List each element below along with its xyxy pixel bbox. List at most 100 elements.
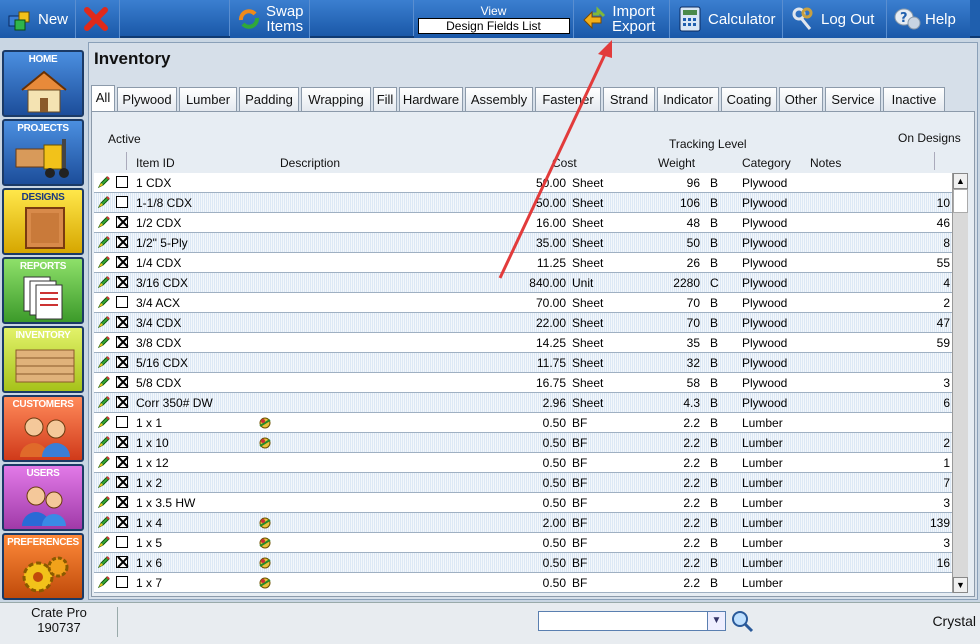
edit-pencil-icon[interactable] bbox=[97, 315, 111, 329]
active-checkbox[interactable] bbox=[116, 536, 128, 548]
scroll-thumb[interactable] bbox=[953, 189, 968, 213]
new-button[interactable]: New bbox=[0, 0, 76, 38]
tab-other[interactable]: Other bbox=[779, 87, 823, 111]
active-checkbox[interactable] bbox=[116, 516, 128, 528]
active-checkbox[interactable] bbox=[116, 216, 128, 228]
edit-pencil-icon[interactable] bbox=[97, 215, 111, 229]
nav-reports[interactable]: REPORTS bbox=[2, 257, 84, 324]
table-row[interactable]: 1 CDX 50.00 Sheet 96 B Plywood bbox=[94, 173, 954, 193]
header-item-id[interactable]: Item ID bbox=[136, 156, 175, 170]
calculator-button[interactable]: Calculator bbox=[670, 0, 783, 38]
table-row[interactable]: 1 x 7 0.50 BF 2.2 B Lumber bbox=[94, 573, 954, 593]
tab-service[interactable]: Service bbox=[825, 87, 881, 111]
table-row[interactable]: 1 x 10 0.50 BF 2.2 B Lumber 2 bbox=[94, 433, 954, 453]
active-checkbox[interactable] bbox=[116, 336, 128, 348]
edit-pencil-icon[interactable] bbox=[97, 195, 111, 209]
tab-lumber[interactable]: Lumber bbox=[179, 87, 237, 111]
tab-all[interactable]: All bbox=[91, 85, 115, 111]
edit-pencil-icon[interactable] bbox=[97, 175, 111, 189]
header-on-designs[interactable]: On Designs bbox=[898, 131, 961, 145]
scroll-up-button[interactable]: ▲ bbox=[953, 173, 968, 189]
active-checkbox[interactable] bbox=[116, 416, 128, 428]
active-checkbox[interactable] bbox=[116, 456, 128, 468]
table-row[interactable]: 1 x 6 0.50 BF 2.2 B Lumber 16 bbox=[94, 553, 954, 573]
active-checkbox[interactable] bbox=[116, 296, 128, 308]
edit-pencil-icon[interactable] bbox=[97, 335, 111, 349]
tab-strand[interactable]: Strand bbox=[603, 87, 655, 111]
active-checkbox[interactable] bbox=[116, 556, 128, 568]
chevron-down-icon[interactable]: ▼ bbox=[707, 612, 725, 630]
active-checkbox[interactable] bbox=[116, 236, 128, 248]
table-row[interactable]: 3/16 CDX 840.00 Unit 2280 C Plywood 4 bbox=[94, 273, 954, 293]
edit-pencil-icon[interactable] bbox=[97, 475, 111, 489]
edit-pencil-icon[interactable] bbox=[97, 295, 111, 309]
edit-pencil-icon[interactable] bbox=[97, 235, 111, 249]
table-row[interactable]: 1/2 CDX 16.00 Sheet 48 B Plywood 46 bbox=[94, 213, 954, 233]
active-checkbox[interactable] bbox=[116, 356, 128, 368]
tab-coating[interactable]: Coating bbox=[721, 87, 777, 111]
active-checkbox[interactable] bbox=[116, 316, 128, 328]
search-button[interactable] bbox=[730, 609, 754, 633]
edit-pencil-icon[interactable] bbox=[97, 495, 111, 509]
table-row[interactable]: 3/4 ACX 70.00 Sheet 70 B Plywood 2 bbox=[94, 293, 954, 313]
table-row[interactable]: 1/4 CDX 11.25 Sheet 26 B Plywood 55 bbox=[94, 253, 954, 273]
active-checkbox[interactable] bbox=[116, 436, 128, 448]
edit-pencil-icon[interactable] bbox=[97, 275, 111, 289]
tab-wrapping[interactable]: Wrapping bbox=[301, 87, 371, 111]
nav-customers[interactable]: CUSTOMERS bbox=[2, 395, 84, 462]
table-row[interactable]: 1 x 1 0.50 BF 2.2 B Lumber bbox=[94, 413, 954, 433]
header-category[interactable]: Category bbox=[742, 156, 791, 170]
logout-button[interactable]: Log Out bbox=[783, 0, 887, 38]
delete-button[interactable] bbox=[76, 0, 120, 38]
active-checkbox[interactable] bbox=[116, 476, 128, 488]
header-weight[interactable]: Weight bbox=[658, 156, 695, 170]
header-description[interactable]: Description bbox=[280, 156, 340, 170]
edit-pencil-icon[interactable] bbox=[97, 395, 111, 409]
table-row[interactable]: 1 x 2 0.50 BF 2.2 B Lumber 7 bbox=[94, 473, 954, 493]
active-checkbox[interactable] bbox=[116, 256, 128, 268]
swap-items-button[interactable]: Swap Items bbox=[230, 0, 310, 38]
active-checkbox[interactable] bbox=[116, 396, 128, 408]
active-checkbox[interactable] bbox=[116, 576, 128, 588]
table-row[interactable]: 3/4 CDX 22.00 Sheet 70 B Plywood 47 bbox=[94, 313, 954, 333]
tab-indicator[interactable]: Indicator bbox=[657, 87, 719, 111]
edit-pencil-icon[interactable] bbox=[97, 255, 111, 269]
tab-padding[interactable]: Padding bbox=[239, 87, 299, 111]
help-button[interactable]: ? Help bbox=[887, 0, 970, 38]
active-checkbox[interactable] bbox=[116, 376, 128, 388]
edit-pencil-icon[interactable] bbox=[97, 375, 111, 389]
tab-assembly[interactable]: Assembly bbox=[465, 87, 533, 111]
vertical-scrollbar[interactable]: ▲ ▼ bbox=[952, 173, 968, 593]
edit-pencil-icon[interactable] bbox=[97, 555, 111, 569]
nav-projects[interactable]: PROJECTS bbox=[2, 119, 84, 186]
edit-pencil-icon[interactable] bbox=[97, 415, 111, 429]
edit-pencil-icon[interactable] bbox=[97, 355, 111, 369]
edit-pencil-icon[interactable] bbox=[97, 575, 111, 589]
nav-inventory[interactable]: INVENTORY bbox=[2, 326, 84, 393]
header-notes[interactable]: Notes bbox=[810, 156, 841, 170]
scroll-down-button[interactable]: ▼ bbox=[953, 577, 968, 593]
nav-users[interactable]: USERS bbox=[2, 464, 84, 531]
view-dropdown[interactable]: Design Fields List bbox=[417, 17, 570, 34]
tab-hardware[interactable]: Hardware bbox=[399, 87, 463, 111]
edit-pencil-icon[interactable] bbox=[97, 435, 111, 449]
tab-fill[interactable]: Fill bbox=[373, 87, 397, 111]
table-row[interactable]: 3/8 CDX 14.25 Sheet 35 B Plywood 59 bbox=[94, 333, 954, 353]
edit-pencil-icon[interactable] bbox=[97, 535, 111, 549]
nav-designs[interactable]: DESIGNS bbox=[2, 188, 84, 255]
tab-plywood[interactable]: Plywood bbox=[117, 87, 177, 111]
edit-pencil-icon[interactable] bbox=[97, 455, 111, 469]
nav-home[interactable]: HOME bbox=[2, 50, 84, 117]
active-checkbox[interactable] bbox=[116, 496, 128, 508]
import-export-button[interactable]: Import Export bbox=[574, 0, 670, 38]
table-row[interactable]: 1 x 5 0.50 BF 2.2 B Lumber 3 bbox=[94, 533, 954, 553]
active-checkbox[interactable] bbox=[116, 176, 128, 188]
table-row[interactable]: 1 x 4 2.00 BF 2.2 B Lumber 139 bbox=[94, 513, 954, 533]
active-checkbox[interactable] bbox=[116, 196, 128, 208]
table-row[interactable]: 1 x 12 0.50 BF 2.2 B Lumber 1 bbox=[94, 453, 954, 473]
search-combobox[interactable]: ▼ bbox=[538, 611, 726, 631]
active-checkbox[interactable] bbox=[116, 276, 128, 288]
nav-preferences[interactable]: PREFERENCES bbox=[2, 533, 84, 600]
table-row[interactable]: 1-1/8 CDX 50.00 Sheet 106 B Plywood 10 bbox=[94, 193, 954, 213]
table-row[interactable]: 1/2" 5-Ply 35.00 Sheet 50 B Plywood 8 bbox=[94, 233, 954, 253]
